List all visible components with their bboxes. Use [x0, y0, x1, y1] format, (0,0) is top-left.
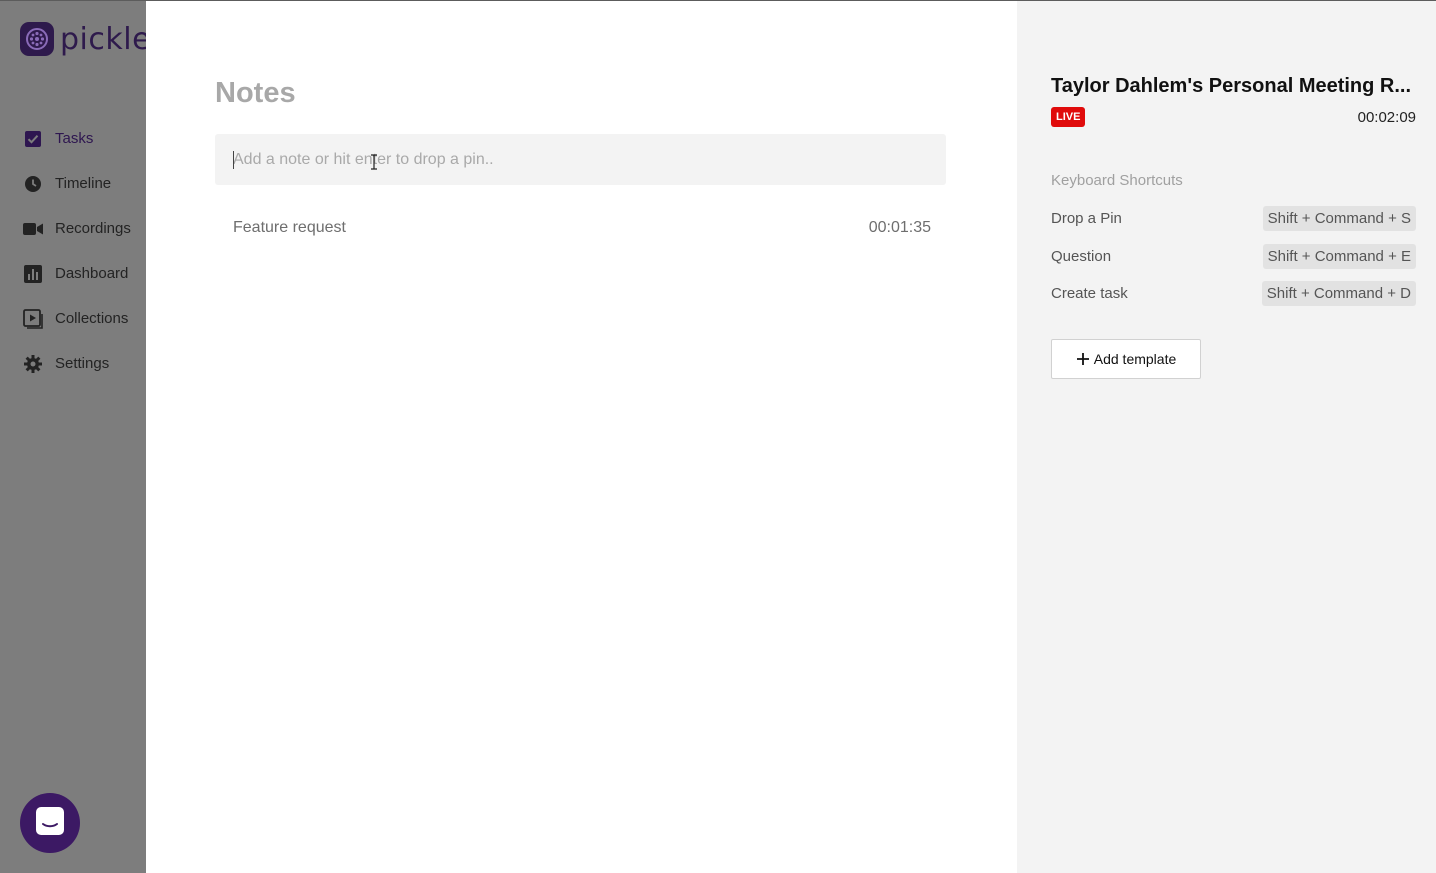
- shortcut-label: Drop a Pin: [1051, 209, 1122, 227]
- note-text: Feature request: [233, 219, 346, 236]
- chat-launcher-button[interactable]: [20, 793, 80, 853]
- sidebar-item-label: Timeline: [55, 175, 112, 192]
- shortcut-label: Create task: [1051, 284, 1128, 302]
- notes-title: Notes: [215, 77, 296, 109]
- sidebar-item-label: Collections: [55, 310, 129, 327]
- sidebar-item-timeline[interactable]: Timeline: [0, 161, 146, 206]
- add-template-button[interactable]: Add template: [1051, 339, 1201, 379]
- note-input[interactable]: [215, 134, 946, 185]
- clock-icon: [23, 174, 43, 194]
- shortcut-keys: Shift + Command + D: [1261, 280, 1416, 306]
- pickle-logo-icon: [20, 22, 54, 56]
- live-badge: LIVE: [1051, 107, 1086, 127]
- chat-launcher-icon: [35, 806, 65, 841]
- bar-chart-icon: [23, 264, 43, 284]
- collection-play-icon: [23, 308, 43, 329]
- notes-panel: Notes Feature request 00:01:35: [146, 0, 1017, 873]
- brand-logo[interactable]: pickle: [20, 21, 146, 57]
- note-timestamp: 00:01:35: [868, 219, 931, 236]
- sidebar-item-label: Dashboard: [55, 265, 129, 282]
- sidebar-nav: Tasks Timeline Recordings Dashboard Coll…: [0, 116, 146, 386]
- sidebar-item-dashboard[interactable]: Dashboard: [0, 251, 146, 296]
- text-caret: [233, 151, 234, 169]
- shortcut-keys: Shift + Command + S: [1262, 205, 1416, 231]
- plus-icon: [1076, 352, 1090, 366]
- add-template-label: Add template: [1093, 351, 1177, 367]
- meeting-title: Taylor Dahlem's Personal Meeting R...: [1051, 75, 1412, 97]
- video-camera-icon: [23, 219, 43, 239]
- checkbox-icon: [23, 129, 43, 149]
- meeting-info-panel: Taylor Dahlem's Personal Meeting R... LI…: [1017, 0, 1436, 873]
- gear-icon: [23, 354, 43, 374]
- shortcuts-heading: Keyboard Shortcuts: [1051, 172, 1183, 189]
- shortcut-row-drop-pin: Drop a Pin Shift + Command + S: [1051, 205, 1416, 231]
- sidebar-item-recordings[interactable]: Recordings: [0, 206, 146, 251]
- shortcut-row-create-task: Create task Shift + Command + D: [1051, 280, 1416, 306]
- text-cursor-icon: [370, 154, 378, 175]
- shortcut-keys: Shift + Command + E: [1262, 243, 1416, 269]
- sidebar-item-label: Recordings: [55, 220, 131, 237]
- meeting-timer: 00:02:09: [1357, 109, 1416, 126]
- sidebar-item-label: Settings: [55, 355, 110, 372]
- sidebar-item-settings[interactable]: Settings: [0, 341, 146, 386]
- brand-name: pickle: [60, 21, 146, 57]
- sidebar: pickle Tasks Timeline Recordings Dashboa…: [0, 0, 146, 873]
- sidebar-item-tasks[interactable]: Tasks: [0, 116, 146, 161]
- sidebar-item-label: Tasks: [55, 130, 94, 147]
- note-item[interactable]: Feature request 00:01:35: [233, 215, 931, 241]
- sidebar-item-collections[interactable]: Collections: [0, 296, 146, 341]
- shortcut-label: Question: [1051, 247, 1112, 265]
- shortcut-row-question: Question Shift + Command + E: [1051, 243, 1416, 269]
